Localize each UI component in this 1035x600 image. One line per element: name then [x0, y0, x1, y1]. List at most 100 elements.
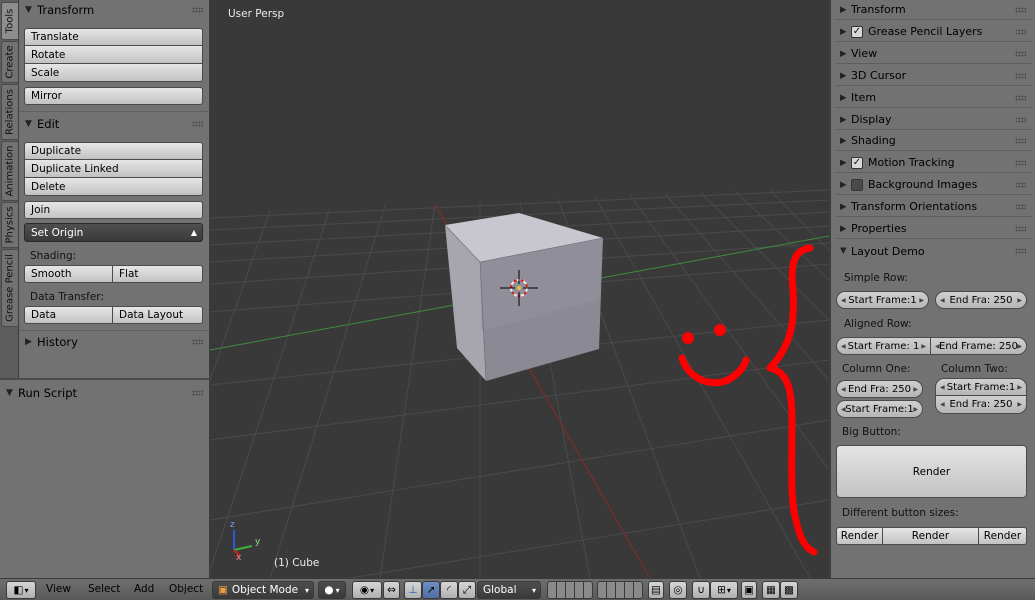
motion-tracking-panel[interactable]: ▶ ✓ Motion Tracking	[836, 153, 1032, 173]
transform-manipulator-toggle[interactable]: ⊥	[404, 581, 422, 599]
smooth-button[interactable]: Smooth	[24, 265, 113, 283]
rotate-manipulator-button[interactable]: ◜	[440, 581, 458, 599]
increment-arrow-icon[interactable]: ▶	[1017, 343, 1022, 350]
item-panel[interactable]: ▶ Item	[836, 88, 1032, 108]
duplicate-button[interactable]: Duplicate	[24, 142, 203, 160]
duplicate-linked-button[interactable]: Duplicate Linked	[24, 160, 203, 178]
render-animation-button[interactable]: ▩	[780, 581, 798, 599]
layer-lock-button[interactable]: ▤	[648, 581, 664, 599]
render-wide-button[interactable]: Render	[883, 527, 979, 545]
view-panel[interactable]: ▶ View	[836, 44, 1032, 64]
increment-arrow-icon[interactable]: ▶	[919, 297, 924, 304]
3d-viewport[interactable]: User Persp (1) Cube z y x	[210, 0, 829, 578]
checkbox-unchecked-icon[interactable]	[851, 178, 863, 191]
big-render-button[interactable]: Render	[836, 445, 1027, 498]
opengl-render-button[interactable]: ▣	[741, 581, 757, 599]
start-frame-field[interactable]: ◀ Start Frame:1 ▶	[836, 291, 929, 309]
increment-arrow-icon[interactable]: ▶	[913, 406, 918, 413]
drag-grip-icon[interactable]	[1015, 7, 1026, 13]
mirror-button[interactable]: Mirror	[24, 87, 203, 105]
decrement-arrow-icon[interactable]: ◀	[841, 406, 846, 413]
edit-panel-header[interactable]: ▼ Edit	[19, 114, 209, 134]
scene-layers-right[interactable]	[597, 581, 643, 599]
drag-grip-icon[interactable]	[1015, 182, 1026, 188]
menu-select[interactable]: Select	[88, 583, 120, 595]
render-image-button[interactable]: ▦	[762, 581, 780, 599]
increment-arrow-icon[interactable]: ▶	[1017, 401, 1022, 408]
menu-object[interactable]: Object	[169, 583, 203, 595]
render-small-button[interactable]: Render	[836, 527, 883, 545]
drag-grip-icon[interactable]	[1015, 226, 1026, 232]
history-panel-header[interactable]: ▶ History	[19, 332, 209, 352]
join-button[interactable]: Join	[24, 201, 203, 219]
tab-grease-pencil[interactable]: Grease Pencil	[1, 249, 18, 327]
shading-mode-button[interactable]: ● ▾	[318, 581, 346, 599]
cube-object[interactable]	[444, 213, 604, 382]
transform-panel-header[interactable]: ▼ Transform	[19, 0, 209, 20]
checkbox-checked-icon[interactable]: ✓	[851, 25, 863, 38]
aligned-start-frame-field[interactable]: ◀ Start Frame: 1 ▶	[836, 337, 931, 355]
drag-grip-icon[interactable]	[1015, 51, 1026, 57]
increment-arrow-icon[interactable]: ▶	[913, 386, 918, 393]
tab-physics[interactable]: Physics	[1, 202, 18, 248]
translate-button[interactable]: Translate	[24, 28, 203, 46]
column-two-start-frame-field[interactable]: ◀ Start Frame:1 ▶	[935, 378, 1027, 396]
transform-panel[interactable]: ▶ Transform	[836, 0, 1032, 20]
display-panel[interactable]: ▶ Display	[836, 110, 1032, 130]
drag-grip-icon[interactable]	[192, 121, 203, 127]
increment-arrow-icon[interactable]: ▶	[1017, 384, 1022, 391]
flat-button[interactable]: Flat	[113, 265, 203, 283]
drag-grip-icon[interactable]	[1015, 138, 1026, 144]
proportional-edit-button[interactable]: ◎	[669, 581, 687, 599]
scene-layers-left[interactable]	[547, 581, 593, 599]
drag-grip-icon[interactable]	[1015, 204, 1026, 210]
translate-manipulator-button[interactable]: ↗	[422, 581, 440, 599]
render-small-button-right[interactable]: Render	[979, 527, 1027, 545]
drag-grip-icon[interactable]	[1015, 73, 1026, 79]
aligned-end-frame-field[interactable]: ◀ End Frame: 250 ▶	[931, 337, 1027, 355]
snap-toggle[interactable]: ∪	[692, 581, 710, 599]
data-layout-button[interactable]: Data Layout	[113, 306, 203, 324]
column-one-end-frame-field[interactable]: ◀ End Fra: 250 ▶	[836, 380, 923, 398]
increment-arrow-icon[interactable]: ▶	[1017, 297, 1022, 304]
drag-grip-icon[interactable]	[192, 7, 203, 13]
tab-animation[interactable]: Animation	[1, 141, 18, 201]
decrement-arrow-icon[interactable]: ◀	[841, 343, 846, 350]
run-script-header[interactable]: ▼ Run Script	[0, 383, 209, 403]
properties-panel[interactable]: ▶ Properties	[836, 219, 1032, 239]
scale-button[interactable]: Scale	[24, 64, 203, 82]
drag-grip-icon[interactable]	[1015, 95, 1026, 101]
manipulate-center-button[interactable]: ⇔	[383, 581, 400, 599]
drag-grip-icon[interactable]	[192, 390, 203, 396]
transform-orientations-panel[interactable]: ▶ Transform Orientations	[836, 197, 1032, 217]
decrement-arrow-icon[interactable]: ◀	[841, 297, 846, 304]
snap-element-dropdown[interactable]: ⊞ ▾	[710, 581, 738, 599]
increment-arrow-icon[interactable]: ▶	[921, 343, 926, 350]
drag-grip-icon[interactable]	[1015, 29, 1026, 35]
drag-grip-icon[interactable]	[1015, 160, 1026, 166]
shading-panel[interactable]: ▶ Shading	[836, 131, 1032, 151]
decrement-arrow-icon[interactable]: ◀	[940, 384, 945, 391]
decrement-arrow-icon[interactable]: ◀	[841, 386, 846, 393]
layout-demo-panel[interactable]: ▼ Layout Demo	[836, 241, 1032, 261]
transform-orientation-dropdown[interactable]: Global ▾	[477, 581, 541, 599]
column-two-end-frame-field[interactable]: ◀ End Fra: 250 ▶	[935, 396, 1027, 414]
drag-grip-icon[interactable]	[1015, 117, 1026, 123]
column-one-start-frame-field[interactable]: ◀ Start Frame:1 ▶	[836, 400, 923, 418]
mode-dropdown[interactable]: ▣ Object Mode ▾	[212, 581, 314, 599]
end-frame-field[interactable]: ◀ End Fra: 250 ▶	[935, 291, 1027, 309]
grease-pencil-layers-panel[interactable]: ▶ ✓ Grease Pencil Layers	[836, 22, 1032, 42]
menu-add[interactable]: Add	[134, 583, 154, 595]
drag-grip-icon[interactable]	[192, 339, 203, 345]
decrement-arrow-icon[interactable]: ◀	[935, 343, 940, 350]
background-images-panel[interactable]: ▶ Background Images	[836, 175, 1032, 195]
scale-manipulator-button[interactable]: ⤢	[458, 581, 476, 599]
editor-type-button[interactable]: ◧ ▾	[6, 581, 36, 599]
tab-create[interactable]: Create	[1, 41, 18, 83]
tab-relations[interactable]: Relations	[1, 84, 18, 140]
tab-tools[interactable]: Tools	[1, 2, 18, 40]
delete-button[interactable]: Delete	[24, 178, 203, 196]
drag-grip-icon[interactable]	[1015, 248, 1026, 254]
rotate-button[interactable]: Rotate	[24, 46, 203, 64]
pivot-point-button[interactable]: ◉ ▾	[352, 581, 382, 599]
